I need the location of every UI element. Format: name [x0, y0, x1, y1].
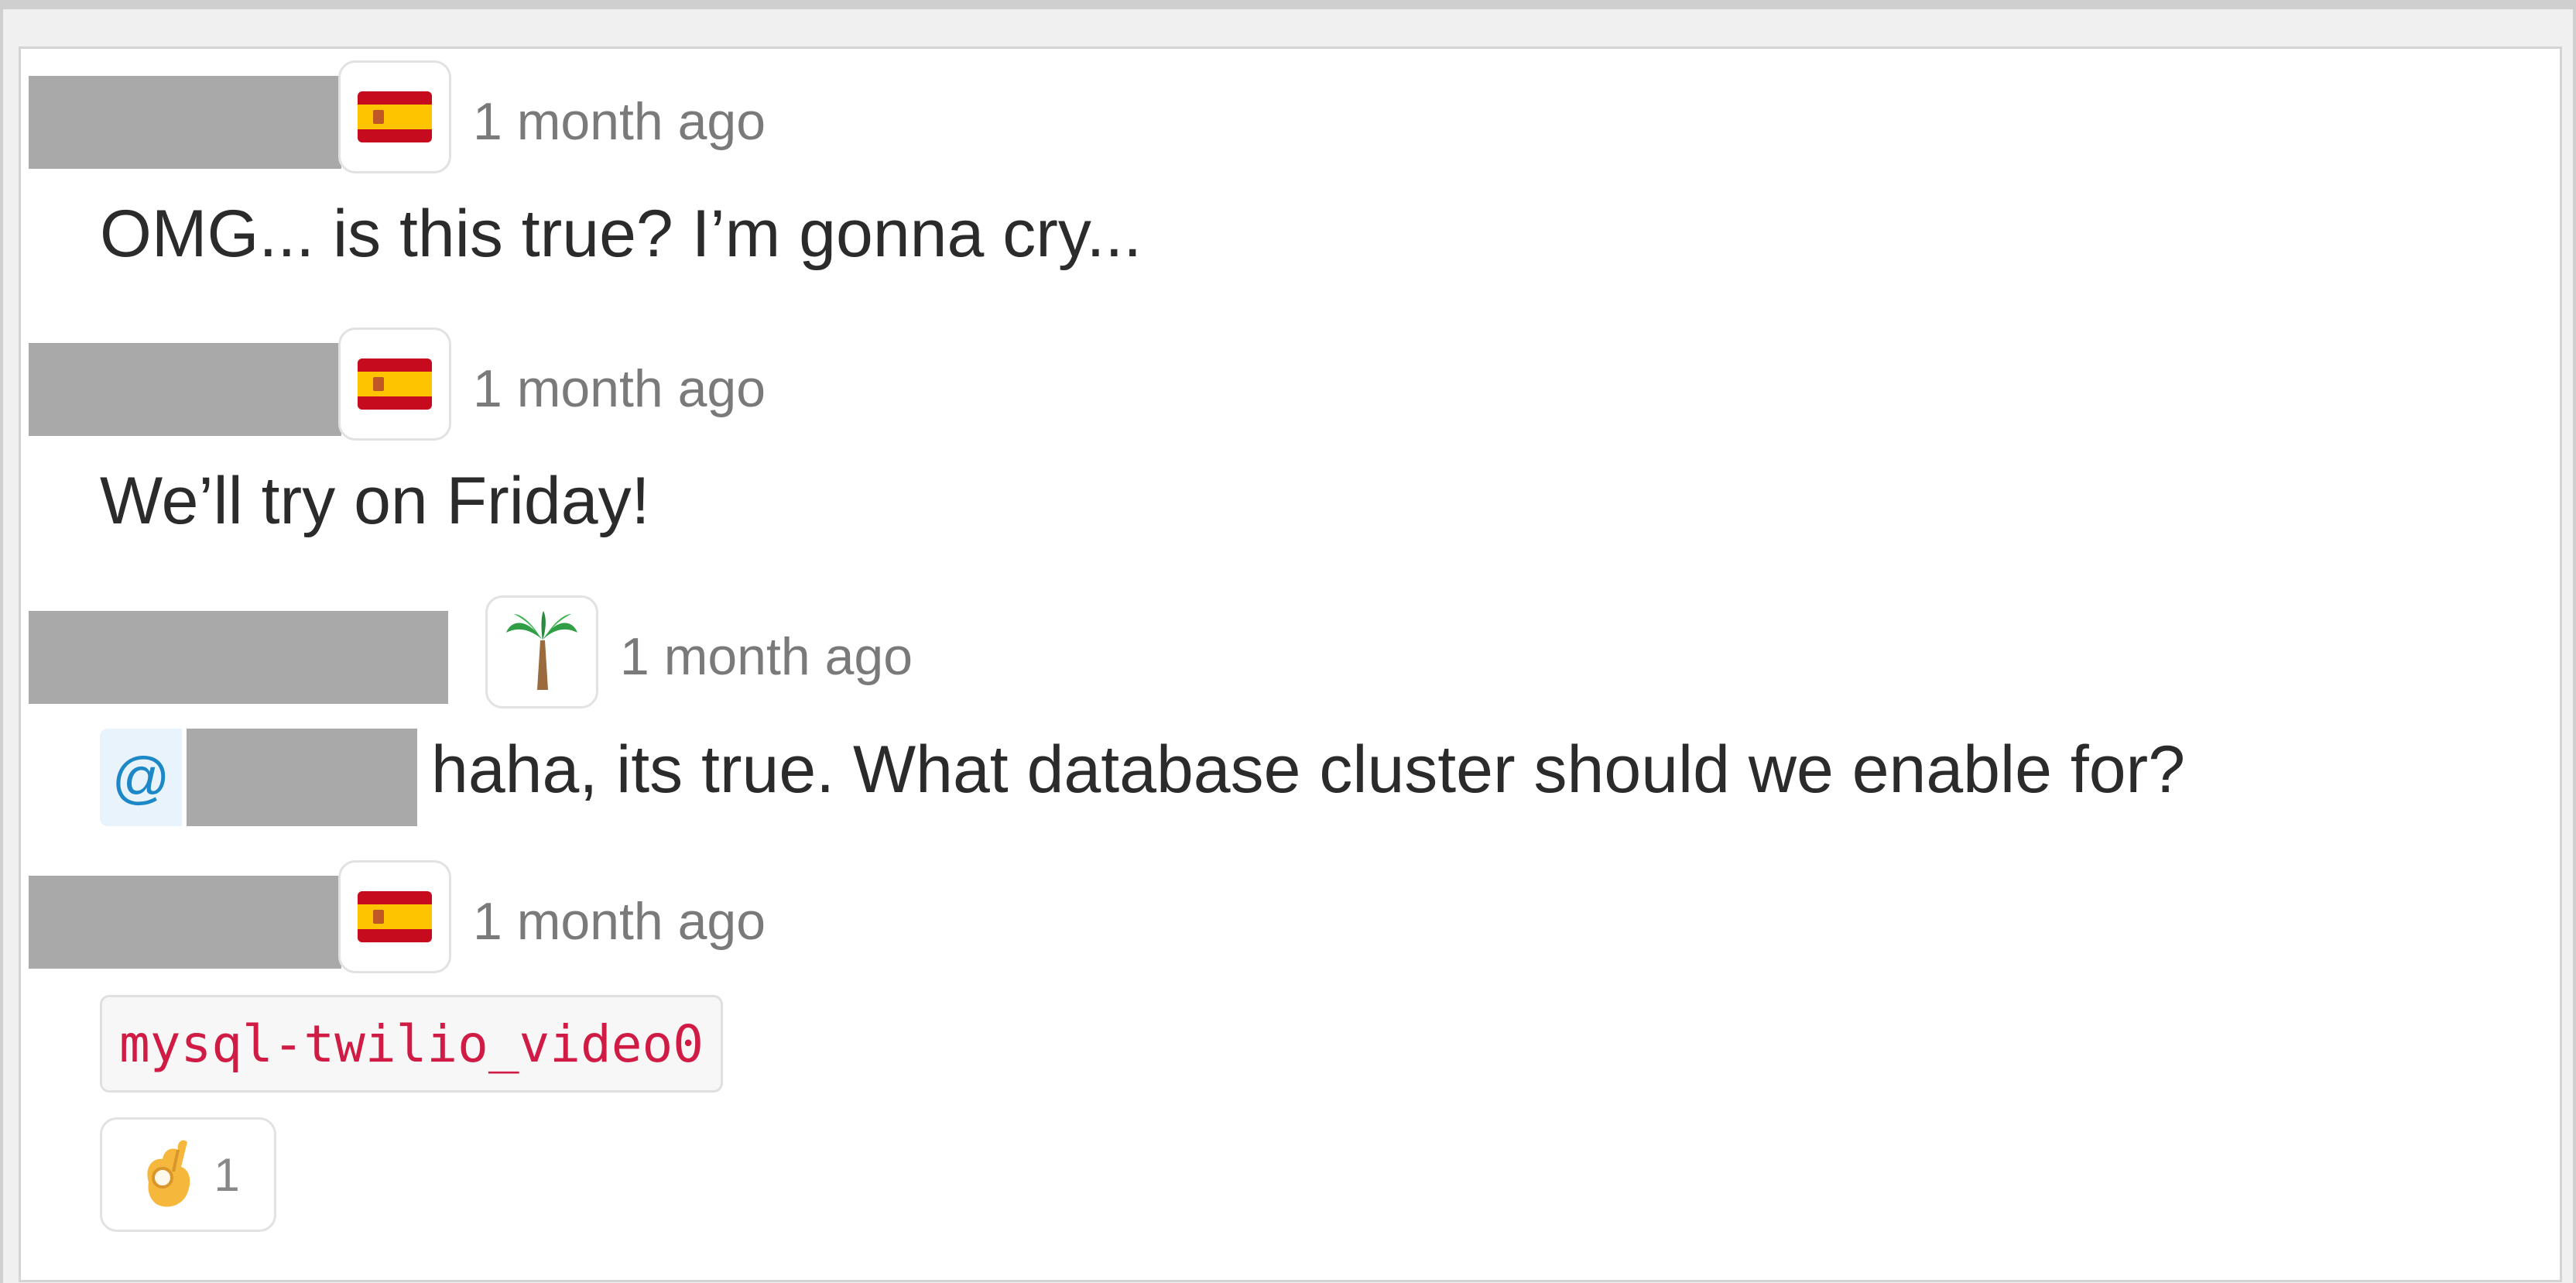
- reaction-button[interactable]: 1: [100, 1117, 276, 1232]
- user-status[interactable]: [338, 60, 451, 173]
- user-mention[interactable]: @: [100, 729, 182, 826]
- message-timestamp[interactable]: 1 month ago: [473, 891, 766, 952]
- message-timestamp[interactable]: 1 month ago: [473, 91, 766, 152]
- message-text: We’ll try on Friday!: [100, 464, 650, 538]
- ok-hand-icon: [147, 1140, 190, 1207]
- redacted-mention-name[interactable]: [187, 729, 417, 826]
- message-text: haha, its true. What database cluster sh…: [431, 732, 2186, 807]
- user-status[interactable]: [485, 595, 598, 708]
- user-status[interactable]: [338, 860, 451, 973]
- message-text: OMG... is this true? I’m gonna cry...: [100, 197, 1142, 271]
- user-status[interactable]: [338, 328, 451, 441]
- spain-flag-icon: [358, 91, 432, 142]
- inline-code: mysql-twilio_video0: [100, 995, 723, 1093]
- message-thread: 1 month ago OMG... is this true? I’m gon…: [19, 46, 2562, 1282]
- message-timestamp[interactable]: 1 month ago: [620, 626, 913, 687]
- reaction-count: 1: [214, 1148, 240, 1201]
- redacted-username[interactable]: [29, 611, 448, 704]
- redacted-username[interactable]: [29, 876, 341, 969]
- redacted-username[interactable]: [29, 76, 341, 169]
- spain-flag-icon: [358, 891, 432, 942]
- redacted-username[interactable]: [29, 343, 341, 436]
- palm-tree-icon: [506, 611, 577, 690]
- window-frame: 1 month ago OMG... is this true? I’m gon…: [0, 0, 2576, 1283]
- message-timestamp[interactable]: 1 month ago: [473, 358, 766, 419]
- spain-flag-icon: [358, 358, 432, 410]
